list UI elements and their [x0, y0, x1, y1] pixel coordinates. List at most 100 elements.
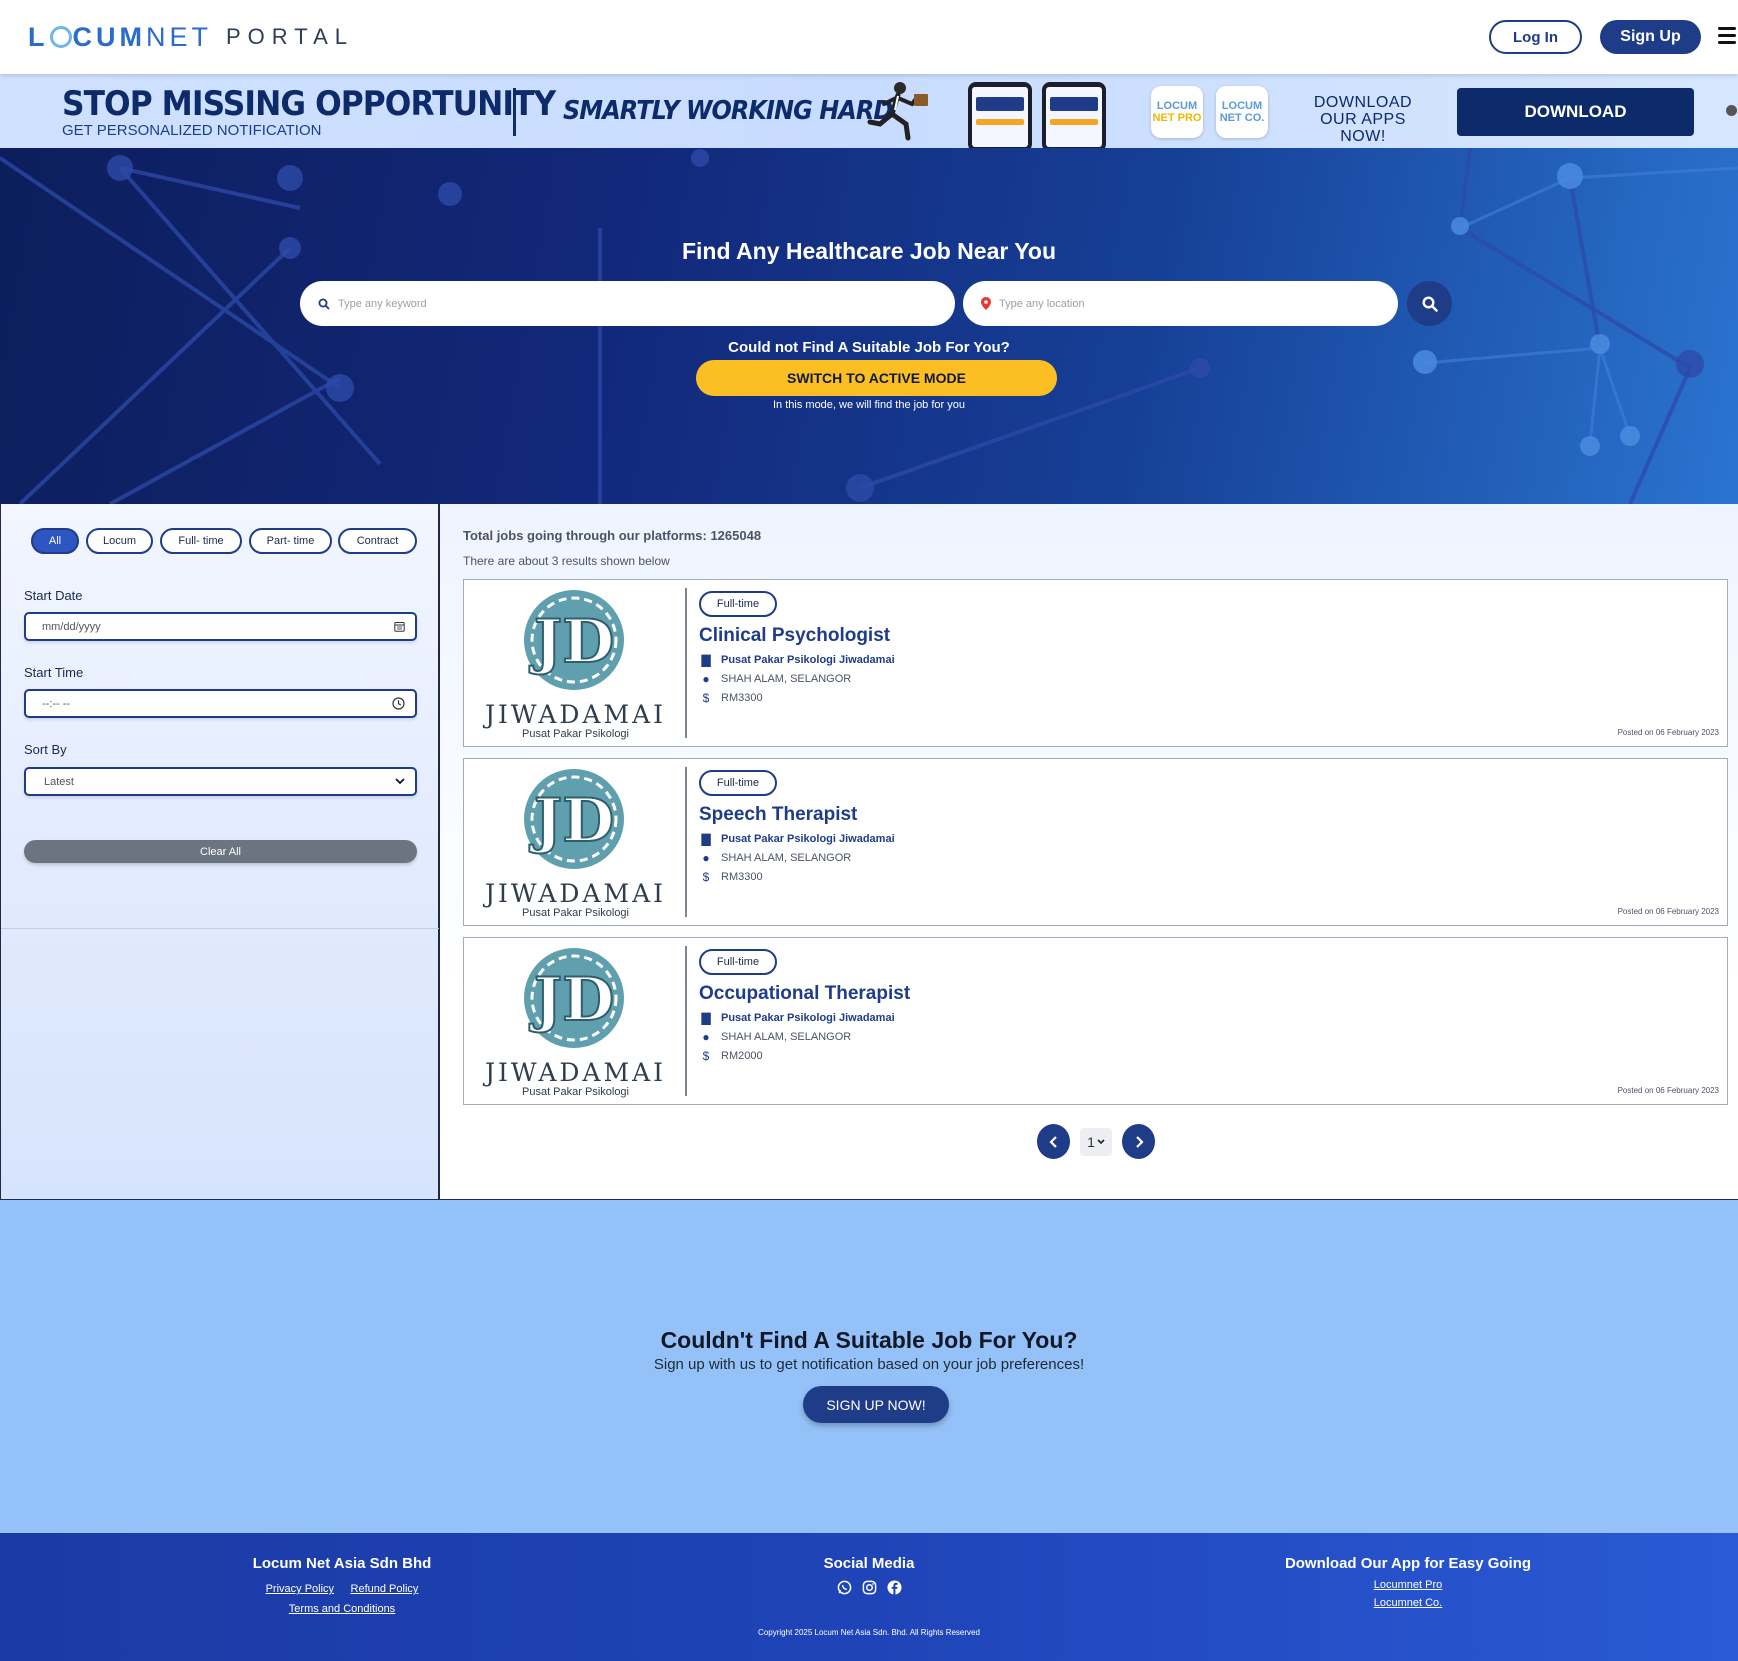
network-background-decoration: [0, 148, 1738, 504]
filter-type-all[interactable]: All: [31, 528, 79, 554]
posted-date: Posted on 06 February 2023: [1617, 907, 1719, 916]
location-search-box[interactable]: [963, 281, 1398, 326]
app1-line1: LOCUM: [1156, 100, 1198, 112]
salary-row: $ RM2000: [699, 1049, 763, 1063]
job-type-badge: Full-time: [699, 949, 777, 975]
job-results: Total jobs going through our platforms: …: [440, 504, 1738, 1200]
globe-icon: [49, 25, 72, 48]
signup-button[interactable]: Sign Up: [1600, 20, 1701, 54]
filter-type-locum[interactable]: Locum: [86, 528, 153, 554]
start-time-input[interactable]: --:-- --: [24, 689, 417, 718]
terms-link[interactable]: Terms and Conditions: [289, 1603, 395, 1615]
footer-download-title: Download Our App for Easy Going: [1284, 1555, 1532, 1572]
company-brand: JIWADAMAI: [484, 700, 667, 729]
download-button[interactable]: DOWNLOAD: [1457, 88, 1694, 136]
chevron-down-icon: [395, 778, 405, 785]
company-brand-sub: Pusat Pakar Psikologi: [522, 728, 629, 740]
location-search-input[interactable]: [999, 297, 1354, 310]
job-title[interactable]: Speech Therapist: [699, 804, 857, 826]
job-card[interactable]: JD JIWADAMAI Pusat Pakar Psikologi Full-…: [463, 579, 1728, 747]
company-brand: JIWADAMAI: [484, 879, 667, 908]
locumnet-pro-link[interactable]: Locumnet Pro: [1374, 1579, 1442, 1591]
clock-icon[interactable]: [392, 697, 405, 710]
svg-text:JD: JD: [529, 786, 614, 856]
company-brand: JIWADAMAI: [484, 1058, 667, 1087]
promo-divider: [513, 88, 516, 136]
footer-company-column: Locum Net Asia Sdn Bhd Privacy Policy Re…: [200, 1555, 484, 1619]
location-row: ● SHAH ALAM, SELANGOR: [699, 851, 851, 865]
job-title[interactable]: Occupational Therapist: [699, 983, 910, 1005]
instagram-icon[interactable]: [861, 1579, 878, 1596]
locumnet-pro-app-icon[interactable]: LOCUM NET PRO: [1151, 86, 1203, 138]
start-date-label: Start Date: [24, 588, 83, 603]
switch-active-mode-button[interactable]: SWITCH TO ACTIVE MODE: [696, 360, 1057, 396]
privacy-policy-link[interactable]: Privacy Policy: [266, 1583, 334, 1595]
locumnet-co-link[interactable]: Locumnet Co.: [1374, 1597, 1442, 1609]
job-card[interactable]: JD JIWADAMAI Pusat Pakar Psikologi Full-…: [463, 937, 1728, 1105]
facebook-icon[interactable]: [886, 1579, 903, 1596]
signup-now-button[interactable]: SIGN UP NOW!: [803, 1386, 949, 1423]
copyright-text: Copyright 2025 Locum Net Asia Sdn. Bhd. …: [758, 1628, 980, 1637]
building-icon: ▇: [701, 832, 711, 846]
filter-type-part-time[interactable]: Part- time: [249, 528, 332, 554]
hamburger-menu-icon[interactable]: [1718, 27, 1736, 45]
login-button[interactable]: Log In: [1489, 20, 1582, 54]
dollar-icon: $: [702, 870, 710, 884]
job-salary: RM3300: [721, 692, 763, 704]
company-row: ▇ Pusat Pakar Psikologi Jiwadamai: [699, 832, 895, 846]
signup-cta: Couldn't Find A Suitable Job For You? Si…: [0, 1200, 1738, 1533]
page-select[interactable]: 1: [1080, 1128, 1112, 1156]
filter-type-contract[interactable]: Contract: [338, 528, 417, 554]
sort-by-label: Sort By: [24, 742, 67, 757]
next-page-button[interactable]: [1122, 1124, 1155, 1159]
company-logo: JD JIWADAMAI Pusat Pakar Psikologi: [464, 588, 687, 740]
building-icon: ▇: [701, 653, 711, 667]
jiwadamai-logo-emblem: JD: [524, 769, 624, 869]
company-brand-sub: Pusat Pakar Psikologi: [522, 1086, 629, 1098]
start-date-placeholder: mm/dd/yyyy: [42, 620, 101, 633]
location-pin-icon: ●: [702, 1030, 710, 1044]
active-mode-note: In this mode, we will find the job for y…: [773, 399, 965, 411]
filter-type-full-time[interactable]: Full- time: [160, 528, 242, 554]
job-salary: RM2000: [721, 1050, 763, 1062]
company-name[interactable]: Pusat Pakar Psikologi Jiwadamai: [721, 1012, 895, 1024]
site-logo[interactable]: L CUM NET PORTAL: [28, 20, 354, 54]
close-banner-icon[interactable]: [1726, 105, 1737, 116]
whatsapp-icon[interactable]: [836, 1579, 853, 1596]
social-links: [769, 1579, 969, 1596]
start-date-input[interactable]: mm/dd/yyyy: [24, 612, 417, 641]
logo-net: NET: [146, 21, 212, 52]
keyword-search-input[interactable]: [338, 297, 880, 310]
sort-by-value: Latest: [44, 775, 74, 788]
refund-policy-link[interactable]: Refund Policy: [351, 1583, 419, 1595]
download-text-line1: DOWNLOAD: [1313, 94, 1413, 111]
promo-banner: STOP MISSING OPPORTUNITY GET PERSONALIZE…: [0, 74, 1738, 148]
download-text-line2: OUR APPS NOW!: [1320, 111, 1406, 145]
search-submit-button[interactable]: [1407, 281, 1452, 326]
filter-sidebar: All Locum Full- time Part- time Contract…: [0, 504, 440, 1200]
job-card[interactable]: JD JIWADAMAI Pusat Pakar Psikologi Full-…: [463, 758, 1728, 926]
filter-panel: All Locum Full- time Part- time Contract…: [1, 504, 439, 929]
company-name[interactable]: Pusat Pakar Psikologi Jiwadamai: [721, 833, 895, 845]
app2-line2: NET CO.: [1219, 112, 1265, 124]
site-footer: Locum Net Asia Sdn Bhd Privacy Policy Re…: [0, 1533, 1738, 1661]
job-title[interactable]: Clinical Psychologist: [699, 625, 890, 647]
job-location: SHAH ALAM, SELANGOR: [721, 852, 852, 864]
dollar-icon: $: [702, 1049, 710, 1063]
company-row: ▇ Pusat Pakar Psikologi Jiwadamai: [699, 653, 895, 667]
company-name[interactable]: Pusat Pakar Psikologi Jiwadamai: [721, 654, 895, 666]
dollar-icon: $: [702, 691, 710, 705]
top-navbar: L CUM NET PORTAL Log In Sign Up: [0, 0, 1738, 74]
sort-by-select[interactable]: Latest: [24, 767, 417, 796]
phone-mockup-1: [968, 82, 1032, 148]
prev-page-button[interactable]: [1037, 1124, 1070, 1159]
promo-download-text: DOWNLOAD OUR APPS NOW!: [1296, 94, 1430, 145]
salary-row: $ RM3300: [699, 691, 763, 705]
page-select-value: 1: [1087, 1134, 1095, 1150]
calendar-icon[interactable]: [394, 621, 405, 632]
svg-text:JD: JD: [529, 607, 614, 677]
keyword-search-box[interactable]: [300, 281, 955, 326]
clear-all-button[interactable]: Clear All: [24, 840, 417, 863]
footer-social-title: Social Media: [823, 1555, 915, 1572]
locumnet-co-app-icon[interactable]: LOCUM NET CO.: [1216, 86, 1268, 138]
